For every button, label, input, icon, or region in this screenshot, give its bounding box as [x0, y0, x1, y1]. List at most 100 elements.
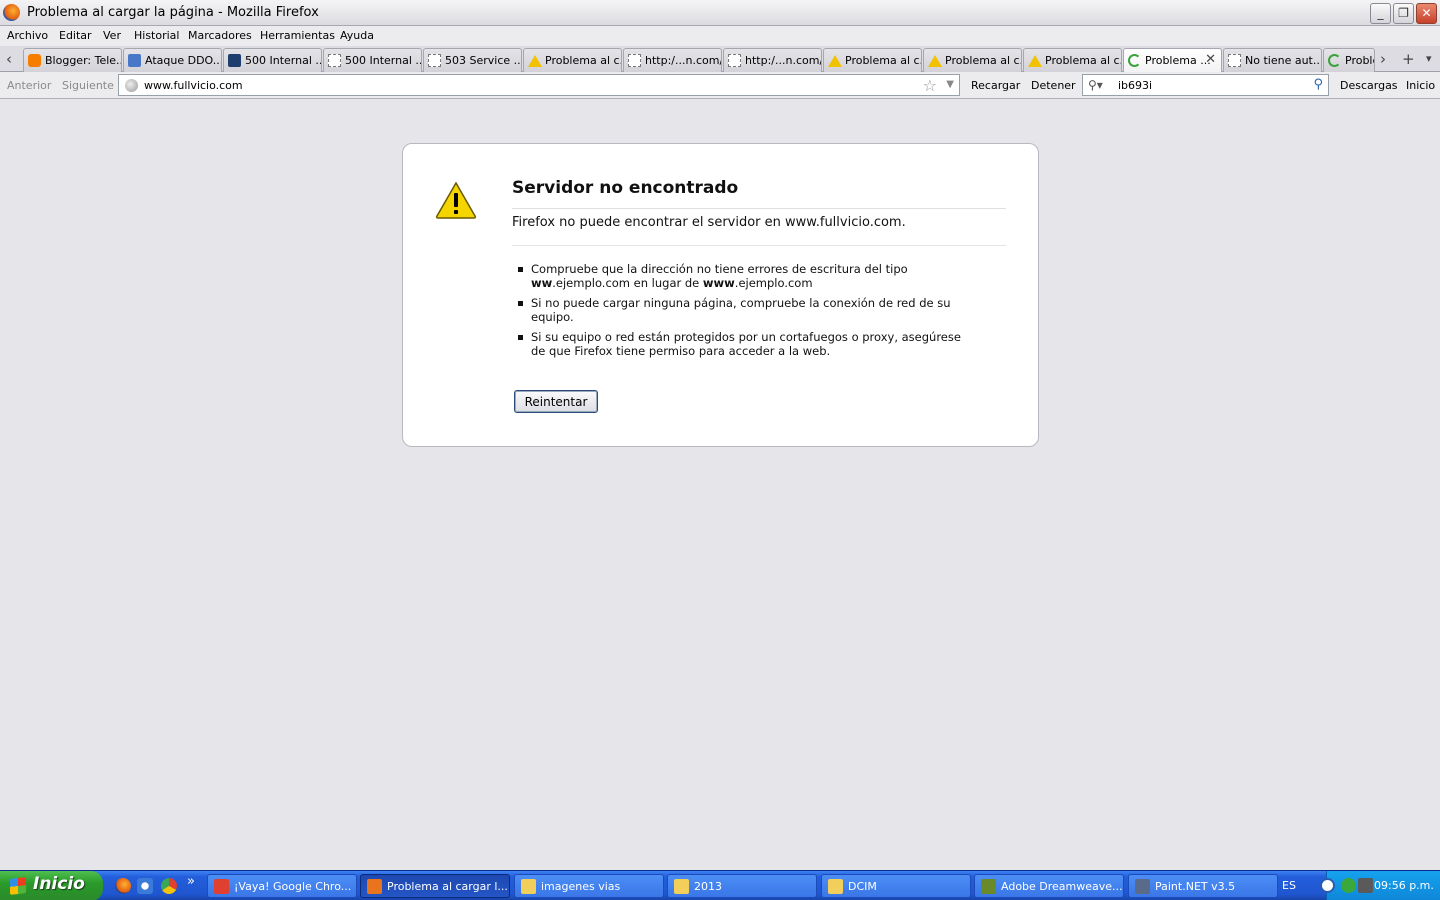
- app-icon: [1135, 879, 1150, 894]
- tab-scroll-right-icon[interactable]: ›: [1380, 50, 1386, 68]
- error-page-container: Servidor no encontrado Firefox no puede …: [402, 143, 1039, 447]
- tab-12[interactable]: Problema ... ✕: [1123, 48, 1222, 73]
- firefox-quicklaunch-icon[interactable]: [115, 878, 131, 894]
- taskbar-button[interactable]: Adobe Dreamweave...: [974, 874, 1124, 898]
- tab-label: 500 Internal ...: [345, 54, 422, 67]
- chrome-quicklaunch-icon[interactable]: [161, 878, 177, 894]
- menu-historial[interactable]: Historial: [134, 29, 179, 42]
- menu-editar[interactable]: Editar: [59, 29, 92, 42]
- explorer-quicklaunch-icon[interactable]: [137, 878, 153, 894]
- reload-button[interactable]: Recargar: [971, 79, 1020, 92]
- tab-label: Problema al c...: [845, 54, 922, 67]
- tab-9[interactable]: Problema al c...: [823, 48, 922, 72]
- taskbar-button-label: Adobe Dreamweave...: [1001, 880, 1123, 893]
- suggestion-text: .ejemplo.com: [734, 276, 813, 290]
- window-titlebar[interactable]: Problema al cargar la página - Mozilla F…: [0, 0, 1440, 26]
- system-tray: 09:56 p.m.: [1320, 871, 1440, 900]
- stop-button[interactable]: Detener: [1031, 79, 1076, 92]
- tab-6[interactable]: Problema al c...: [523, 48, 622, 72]
- home-button[interactable]: Inicio: [1406, 79, 1435, 92]
- tab-10[interactable]: Problema al c...: [923, 48, 1022, 72]
- app-icon: [521, 879, 536, 894]
- bookmark-star-icon[interactable]: ☆: [923, 76, 937, 95]
- minimize-button[interactable]: _: [1370, 3, 1391, 24]
- forward-button[interactable]: Siguiente: [62, 79, 114, 92]
- tab-4[interactable]: 500 Internal ...: [323, 48, 422, 72]
- tab-11[interactable]: Problema al c...: [1023, 48, 1122, 72]
- tab-label: 503 Service ...: [445, 54, 522, 67]
- taskbar-button-label: DCIM: [848, 880, 877, 893]
- tab-3[interactable]: 500 Internal ...: [223, 48, 322, 72]
- back-button[interactable]: Anterior: [7, 79, 51, 92]
- taskbar-button[interactable]: Problema al cargar l...: [360, 874, 510, 898]
- separator: [512, 245, 1006, 246]
- app-icon: [674, 879, 689, 894]
- tab-label: Blogger: Tele...: [45, 54, 122, 67]
- new-tab-icon[interactable]: +: [1402, 50, 1415, 68]
- tab-14[interactable]: Proble: [1323, 48, 1375, 72]
- tab-8[interactable]: http:/...n.com/: [723, 48, 822, 72]
- suggestion-bold: ww: [531, 276, 553, 290]
- tab-13[interactable]: No tiene aut...: [1223, 48, 1322, 72]
- network-tray-icon[interactable]: [1358, 878, 1373, 893]
- v-favicon-icon: [228, 54, 241, 67]
- taskbar-button-label: ¡Vaya! Google Chro...: [234, 880, 352, 893]
- security-tray-icon[interactable]: [1341, 878, 1356, 893]
- tab-scroll-left-icon[interactable]: ‹: [6, 50, 12, 68]
- taskbar-button[interactable]: imagenes vias: [514, 874, 664, 898]
- site-identity-icon[interactable]: [125, 79, 138, 92]
- downloads-button[interactable]: Descargas: [1340, 79, 1398, 92]
- spin-favicon-icon: [1328, 54, 1341, 67]
- language-indicator[interactable]: ES: [1282, 879, 1296, 892]
- blank-favicon-icon: [428, 54, 441, 67]
- tab-close-icon[interactable]: ✕: [1205, 52, 1216, 67]
- taskbar-button[interactable]: Paint.NET v3.5: [1128, 874, 1278, 898]
- tray-collapse-icon[interactable]: [1320, 878, 1335, 893]
- taskbar-button[interactable]: ¡Vaya! Google Chro...: [207, 874, 357, 898]
- taskbar-button[interactable]: DCIM: [821, 874, 971, 898]
- url-dropdown-icon[interactable]: ▼: [946, 79, 954, 90]
- tab-7[interactable]: http:/...n.com/: [623, 48, 722, 72]
- close-button[interactable]: ✕: [1416, 3, 1437, 24]
- menu-archivo[interactable]: Archivo: [7, 29, 48, 42]
- suggestion-text: Compruebe que la dirección no tiene erro…: [531, 262, 908, 276]
- menu-ver[interactable]: Ver: [103, 29, 121, 42]
- menu-herramientas[interactable]: Herramientas: [260, 29, 335, 42]
- menu-ayuda[interactable]: Ayuda: [340, 29, 374, 42]
- retry-button[interactable]: Reintentar: [514, 390, 598, 413]
- search-engine-icon[interactable]: ⚲▾: [1088, 78, 1103, 92]
- blogger-favicon-icon: [28, 54, 41, 67]
- search-bar[interactable]: ⚲▾ ib693i ⚲: [1082, 74, 1329, 96]
- tab-strip: ‹ Blogger: Tele... Ataque DDO... 500 Inter…: [0, 46, 1440, 73]
- tab-label: Problema al c...: [945, 54, 1022, 67]
- warn-favicon-icon: [528, 54, 542, 67]
- ddo-favicon-icon: [128, 54, 141, 67]
- url-bar[interactable]: www.fullvicio.com ☆ ▼: [118, 74, 960, 96]
- tab-label: 500 Internal ...: [245, 54, 322, 67]
- taskbar-button[interactable]: 2013: [667, 874, 817, 898]
- tab-label: Proble: [1345, 54, 1374, 67]
- taskbar-button-label: 2013: [694, 880, 722, 893]
- app-icon: [214, 879, 229, 894]
- list-tabs-icon[interactable]: ▾: [1426, 52, 1432, 65]
- maximize-button[interactable]: ❐: [1393, 3, 1414, 24]
- quicklaunch-more-icon[interactable]: »: [187, 874, 195, 889]
- suggestion-item: Si su equipo o red están protegidos por …: [516, 330, 976, 358]
- clock: 09:56 p.m.: [1374, 879, 1434, 892]
- suggestion-item: Compruebe que la dirección no tiene erro…: [516, 262, 976, 290]
- search-input[interactable]: ib693i: [1118, 79, 1152, 92]
- url-text[interactable]: www.fullvicio.com: [144, 79, 243, 92]
- error-title: Servidor no encontrado: [512, 178, 1006, 209]
- warn-favicon-icon: [1028, 54, 1042, 67]
- menu-marcadores[interactable]: Marcadores: [188, 29, 252, 42]
- tab-2[interactable]: Ataque DDO...: [123, 48, 222, 72]
- suggestion-item: Si no puede cargar ninguna página, compr…: [516, 296, 976, 324]
- page-content: Servidor no encontrado Firefox no puede …: [0, 99, 1440, 870]
- start-button[interactable]: Inicio: [0, 871, 103, 900]
- tab-5[interactable]: 503 Service ...: [423, 48, 522, 72]
- tab-1[interactable]: Blogger: Tele...: [23, 48, 122, 72]
- window-title: Problema al cargar la página - Mozilla F…: [27, 5, 319, 20]
- search-go-icon[interactable]: ⚲: [1313, 77, 1323, 92]
- menu-bar: Archivo Editar Ver Historial Marcadores …: [0, 26, 1440, 46]
- suggestion-text: .ejemplo.com en lugar de: [552, 276, 703, 290]
